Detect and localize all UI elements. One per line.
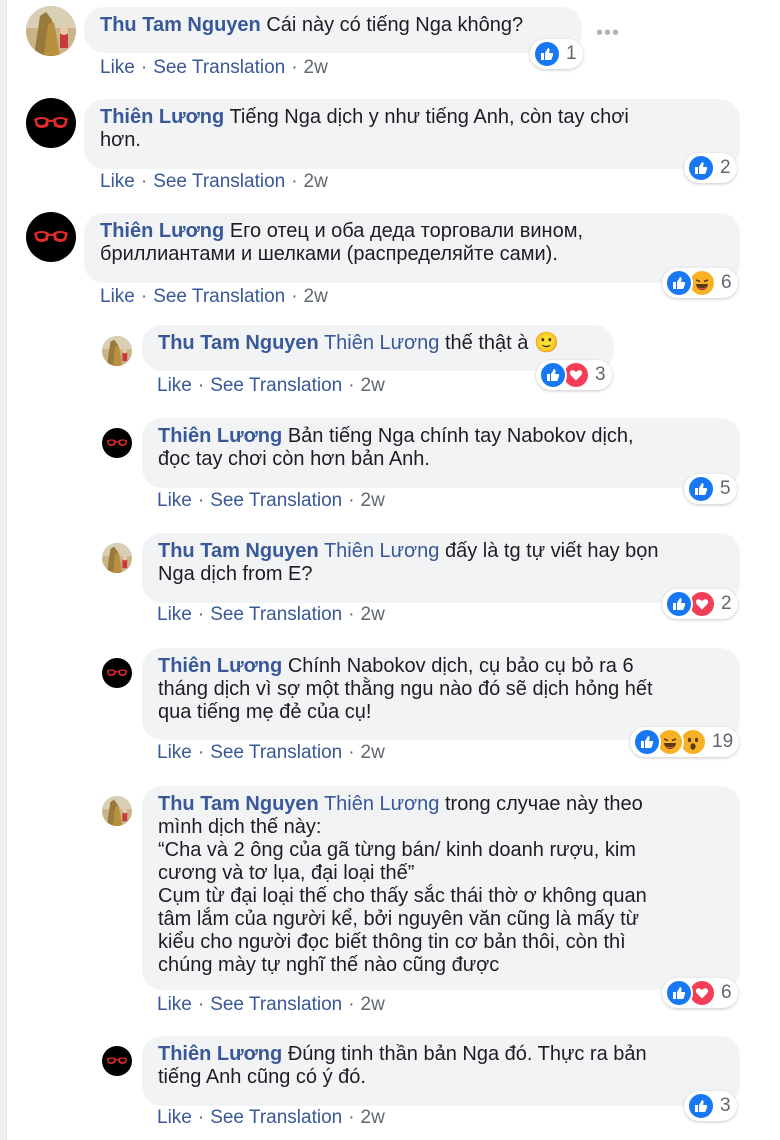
reaction-count: 5 <box>720 478 731 499</box>
comment-text: Cái này có tiếng Nga không? <box>266 14 524 36</box>
comment-bubble: Thu Tam Nguyen Cái này có tiếng Nga khôn… <box>84 7 582 53</box>
reaction-count: 6 <box>721 982 732 1003</box>
reaction-count: 3 <box>595 364 606 385</box>
avatar-thu-tam-nguyen[interactable] <box>102 796 132 826</box>
comment-author[interactable]: Thu Tam Nguyen <box>158 540 319 562</box>
reaction-summary[interactable]: 2 <box>662 589 738 619</box>
avatar-thien-luong[interactable] <box>102 658 132 688</box>
more-options-icon[interactable]: ••• <box>596 22 620 45</box>
like-button[interactable]: Like <box>157 375 192 396</box>
see-translation-link[interactable]: See Translation <box>210 604 342 625</box>
comment-author[interactable]: Thiên Lương <box>100 220 224 242</box>
like-icon <box>665 979 693 1007</box>
see-translation-link[interactable]: See Translation <box>153 286 285 307</box>
comment-bubble: Thu Tam Nguyen Thiên Lương đấy là tg tự … <box>142 533 740 603</box>
like-button[interactable]: Like <box>157 742 192 763</box>
comment-author[interactable]: Thiên Lương <box>158 655 282 677</box>
comment-actions: Like · See Translation · 2w <box>157 604 385 625</box>
comment-bubble: Thiên Lương Его отец и оба деда торговал… <box>84 213 740 283</box>
timestamp[interactable]: 2w <box>361 604 385 625</box>
see-translation-link[interactable]: See Translation <box>210 994 342 1015</box>
comment-bubble: Thiên Lương Bản tiếng Nga chính tay Nabo… <box>142 418 740 488</box>
comment-actions: Like · See Translation · 2w <box>157 1107 385 1128</box>
mention-link[interactable]: Thiên Lương <box>324 332 439 354</box>
reaction-count: 6 <box>721 272 732 293</box>
reaction-summary[interactable]: 6 <box>662 978 738 1008</box>
see-translation-link[interactable]: See Translation <box>210 742 342 763</box>
timestamp[interactable]: 2w <box>304 286 328 307</box>
see-translation-link[interactable]: See Translation <box>210 375 342 396</box>
like-icon <box>665 269 693 297</box>
reaction-summary[interactable]: 2 <box>684 153 737 183</box>
like-icon <box>687 475 715 503</box>
comment-actions: Like · See Translation · 2w <box>157 742 385 763</box>
reaction-count: 2 <box>721 593 732 614</box>
like-button[interactable]: Like <box>100 286 135 307</box>
avatar-thu-tam-nguyen[interactable] <box>26 6 76 56</box>
comment-author[interactable]: Thu Tam Nguyen <box>100 14 261 36</box>
like-icon <box>687 1092 715 1120</box>
reaction-count: 1 <box>566 43 577 64</box>
avatar-thien-luong[interactable] <box>26 212 76 262</box>
see-translation-link[interactable]: See Translation <box>153 171 285 192</box>
like-icon <box>533 40 561 68</box>
like-icon <box>665 590 693 618</box>
reaction-count: 3 <box>720 1095 731 1116</box>
reaction-summary[interactable]: 6 <box>662 268 738 298</box>
timestamp[interactable]: 2w <box>361 994 385 1015</box>
like-button[interactable]: Like <box>157 604 192 625</box>
comment-actions: Like · See Translation · 2w <box>157 490 385 511</box>
comment-actions: Like · See Translation · 2w <box>100 57 328 78</box>
timestamp[interactable]: 2w <box>361 490 385 511</box>
like-icon <box>633 728 661 756</box>
mention-link[interactable]: Thiên Lương <box>324 540 439 562</box>
comment-actions: Like · See Translation · 2w <box>100 171 328 192</box>
comment-author[interactable]: Thu Tam Nguyen <box>158 332 319 354</box>
like-button[interactable]: Like <box>157 1107 192 1128</box>
like-icon <box>687 154 715 182</box>
comment-author[interactable]: Thiên Lương <box>158 425 282 447</box>
timestamp[interactable]: 2w <box>361 375 385 396</box>
comment-author[interactable]: Thiên Lương <box>158 1043 282 1065</box>
reaction-summary[interactable]: 5 <box>684 474 737 504</box>
avatar-thien-luong[interactable] <box>102 428 132 458</box>
avatar-thien-luong[interactable] <box>26 98 76 148</box>
avatar-thu-tam-nguyen[interactable] <box>102 543 132 573</box>
comment-actions: Like · See Translation · 2w <box>100 286 328 307</box>
comment-bubble: Thiên Lương Đúng tinh thần bản Nga đó. T… <box>142 1036 740 1106</box>
see-translation-link[interactable]: See Translation <box>210 490 342 511</box>
page-left-edge <box>0 0 7 1140</box>
like-button[interactable]: Like <box>100 57 135 78</box>
comment-text: trong случае này theo mình dịch thế này:… <box>158 793 647 976</box>
timestamp[interactable]: 2w <box>361 1107 385 1128</box>
like-button[interactable]: Like <box>157 490 192 511</box>
comment-bubble: Thiên Lương Tiếng Nga dịch y như tiếng A… <box>84 99 740 169</box>
avatar-thien-luong[interactable] <box>102 1046 132 1076</box>
comment-author[interactable]: Thu Tam Nguyen <box>158 793 319 815</box>
comment-actions: Like · See Translation · 2w <box>157 375 385 396</box>
reaction-summary[interactable]: 1 <box>530 39 583 69</box>
comment-text: thế thật à 🙂 <box>444 332 559 354</box>
reaction-summary[interactable]: 3 <box>684 1091 737 1121</box>
reaction-count: 2 <box>720 157 731 178</box>
see-translation-link[interactable]: See Translation <box>210 1107 342 1128</box>
like-button[interactable]: Like <box>100 171 135 192</box>
timestamp[interactable]: 2w <box>304 57 328 78</box>
like-button[interactable]: Like <box>157 994 192 1015</box>
like-icon <box>539 361 567 389</box>
comment-bubble: Thu Tam Nguyen Thiên Lương trong случае … <box>142 786 740 990</box>
comment-actions: Like · See Translation · 2w <box>157 994 385 1015</box>
reaction-summary[interactable]: 19 <box>630 727 740 757</box>
comment-author[interactable]: Thiên Lương <box>100 106 224 128</box>
mention-link[interactable]: Thiên Lương <box>324 793 439 815</box>
avatar-thu-tam-nguyen[interactable] <box>102 336 132 366</box>
see-translation-link[interactable]: See Translation <box>153 57 285 78</box>
timestamp[interactable]: 2w <box>304 171 328 192</box>
reaction-count: 19 <box>712 731 734 752</box>
reaction-summary[interactable]: 3 <box>536 360 612 390</box>
timestamp[interactable]: 2w <box>361 742 385 763</box>
